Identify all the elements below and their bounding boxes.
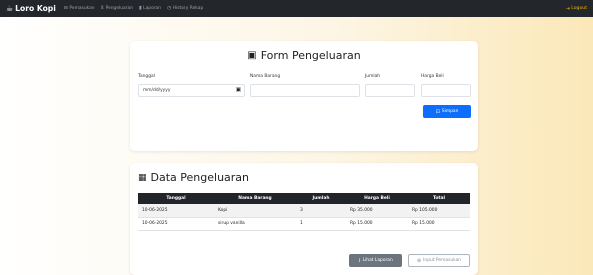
nav-item-pemasukan[interactable]: ⊟ Pemasukan <box>64 6 95 11</box>
line-chart-icon: ⌇ <box>358 257 361 264</box>
lihat-laporan-button[interactable]: ⌇ Lihat Laporan <box>349 254 402 267</box>
harga-beli-label: Harga Beli <box>421 74 444 79</box>
top-navbar: ☕ Loro Kopi ⊟ Pemasukan ⊻ Pengeluaran ▮ … <box>0 0 593 17</box>
column-header: Nama Barang <box>214 193 296 204</box>
column-header: Jumlah <box>296 193 346 204</box>
data-pengeluaran-card: ▦ Data Pengeluaran Tanggal Nama Barang J… <box>130 163 478 275</box>
table-header-row: Tanggal Nama Barang Jumlah Harga Beli To… <box>138 193 470 204</box>
nav-item-label: Laporan <box>143 6 162 11</box>
save-icon: ⊡ <box>435 108 440 115</box>
nav-item-label: History Rekap <box>172 6 204 11</box>
simpan-button[interactable]: ⊡ Simpan <box>423 105 471 118</box>
date-placeholder: mm/dd/yyyy <box>143 88 171 93</box>
table-cell: Rp 105.000 <box>408 204 470 218</box>
nama-barang-label: Nama Barang <box>250 74 281 79</box>
simpan-label: Simpan <box>441 109 459 114</box>
calendar-icon[interactable]: ▣ <box>236 87 241 93</box>
logout-link[interactable]: ⇥ Logout <box>566 0 587 17</box>
tanggal-input[interactable]: mm/dd/yyyy ▣ <box>138 84 245 97</box>
table-cell: 3 <box>296 204 346 218</box>
jumlah-input[interactable] <box>365 84 415 97</box>
logout-icon: ⇥ <box>565 5 570 12</box>
nav-item-history-rekap[interactable]: ◷ History Rekap <box>167 6 203 11</box>
table-icon: ▦ <box>138 172 147 183</box>
cart-icon: ⊻ <box>100 6 105 11</box>
data-title: ▦ Data Pengeluaran <box>138 171 249 184</box>
table-cell: 10-06-2025 <box>138 204 214 218</box>
table-cell: Kopi <box>214 204 296 218</box>
table-row: 10-06-2025 Kopi 3 Rp 35.000 Rp 105.000 <box>138 204 470 218</box>
input-pemasukan-button[interactable]: ⊕ Input Pemasukan <box>408 254 470 267</box>
table-row: 10-06-2025 sirup vanilla 1 Rp 15.000 Rp … <box>138 217 470 231</box>
tanggal-label: Tanggal <box>138 74 155 79</box>
table-cell: sirup vanilla <box>214 217 296 231</box>
lihat-laporan-label: Lihat Laporan <box>362 258 393 263</box>
bar-chart-icon: ▮ <box>139 6 142 11</box>
input-pemasukan-label: Input Pemasukan <box>423 258 462 263</box>
pengeluaran-table: Tanggal Nama Barang Jumlah Harga Beli To… <box>138 193 470 231</box>
table-cell: Rp 15.000 <box>408 217 470 231</box>
data-title-text: Data Pengeluaran <box>150 171 250 184</box>
nav-item-pengeluaran[interactable]: ⊻ Pengeluaran <box>101 6 133 11</box>
form-title-text: Form Pengeluaran <box>260 49 361 62</box>
table-cell: Rp 15.000 <box>346 217 408 231</box>
nav-item-label: Pengeluaran <box>105 6 133 11</box>
nama-barang-input[interactable] <box>250 84 360 97</box>
form-pengeluaran-card: ▣ Form Pengeluaran Tanggal Nama Barang J… <box>130 41 478 151</box>
cash-icon: ▣ <box>247 50 257 61</box>
column-header: Harga Beli <box>346 193 408 204</box>
inbox-icon: ⊟ <box>63 6 68 11</box>
plus-circle-icon: ⊕ <box>416 257 422 264</box>
jumlah-label: Jumlah <box>365 74 381 79</box>
brand-name: Loro Kopi <box>15 4 56 13</box>
harga-beli-input[interactable] <box>421 84 471 97</box>
table-cell: Rp 35.000 <box>346 204 408 218</box>
brand-link[interactable]: ☕ Loro Kopi <box>6 4 56 13</box>
nav-item-laporan[interactable]: ▮ Laporan <box>139 6 161 11</box>
coffee-cup-icon: ☕ <box>6 4 14 13</box>
clock-icon: ◷ <box>167 6 172 11</box>
form-title: ▣ Form Pengeluaran <box>130 49 478 62</box>
table-cell: 1 <box>296 217 346 231</box>
table-cell: 10-06-2025 <box>138 217 214 231</box>
nav-item-label: Pemasukan <box>69 6 95 11</box>
column-header: Total <box>408 193 470 204</box>
logout-label: Logout <box>571 6 587 11</box>
column-header: Tanggal <box>138 193 214 204</box>
